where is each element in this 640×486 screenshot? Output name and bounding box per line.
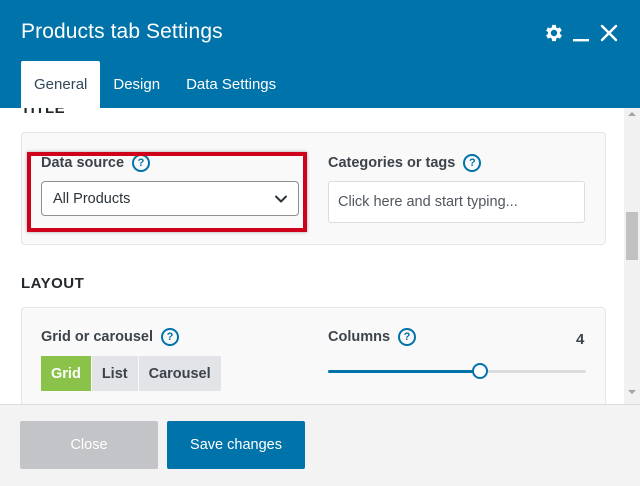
scroll-down-arrow-icon[interactable] [624, 388, 640, 400]
columns-slider[interactable] [328, 363, 586, 379]
tab-bar: General Design Data Settings [21, 61, 289, 108]
slider-fill [328, 370, 481, 373]
tab-general[interactable]: General [21, 61, 101, 108]
help-icon[interactable]: ? [398, 328, 417, 346]
layout-option-list[interactable]: List [91, 356, 139, 391]
layout-option-carousel[interactable]: Carousel [138, 356, 222, 391]
columns-label: Columns ? [328, 328, 417, 346]
highlight-box [27, 152, 307, 232]
grid-or-carousel-label: Grid or carousel ? [41, 328, 180, 346]
grid-or-carousel-label-text: Grid or carousel [41, 329, 154, 345]
modal-body: TITLE Data source ? All Products Categor… [0, 108, 624, 404]
layout-option-grid[interactable]: Grid [41, 356, 92, 391]
columns-label-text: Columns [328, 329, 391, 345]
scroll-up-arrow-icon[interactable] [624, 110, 640, 122]
modal-header: Products tab Settings General Design Dat… [0, 0, 640, 108]
settings-modal: Products tab Settings General Design Dat… [0, 0, 640, 486]
close-button[interactable]: Close [20, 421, 158, 469]
categories-input[interactable]: Click here and start typing... [328, 181, 585, 223]
modal-footer: Close Save changes [0, 404, 640, 486]
section-heading-title: TITLE [21, 108, 66, 117]
categories-label-text: Categories or tags [328, 155, 456, 171]
categories-label: Categories or tags ? [328, 154, 482, 172]
gear-icon[interactable] [543, 22, 565, 44]
categories-placeholder: Click here and start typing... [338, 194, 518, 210]
help-icon[interactable]: ? [161, 328, 180, 346]
columns-value: 4 [576, 331, 585, 348]
tab-data-settings[interactable]: Data Settings [173, 61, 289, 108]
layout-toggle-group: Grid List Carousel [41, 356, 222, 391]
modal-title: Products tab Settings [21, 20, 223, 43]
scrollbar[interactable] [624, 108, 640, 404]
close-icon[interactable] [598, 22, 620, 44]
tab-design[interactable]: Design [100, 61, 173, 108]
minimize-icon[interactable] [570, 22, 592, 44]
help-icon[interactable]: ? [463, 154, 482, 172]
save-changes-button[interactable]: Save changes [167, 421, 305, 469]
section-heading-layout: LAYOUT [21, 275, 85, 292]
scrollbar-thumb[interactable] [626, 212, 638, 260]
